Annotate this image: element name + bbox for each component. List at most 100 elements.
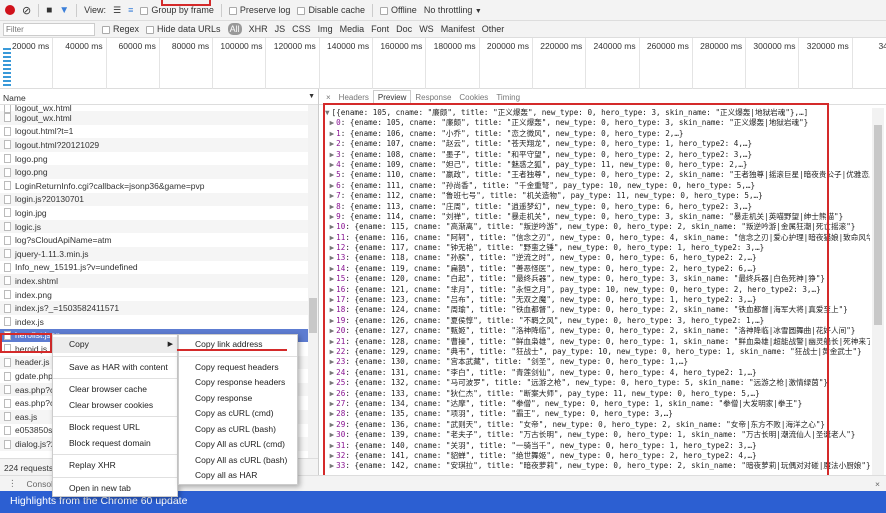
file-icon	[4, 235, 11, 245]
request-list-scrollbar[interactable]	[308, 105, 318, 460]
menu-item-clear-cookies[interactable]: Clear browser cookies	[53, 398, 177, 414]
type-filter-css[interactable]: CSS	[292, 24, 311, 34]
menu-item-copy-response-headers[interactable]: Copy response headers	[179, 375, 297, 391]
close-drawer-icon[interactable]: ×	[875, 479, 880, 489]
type-filter-js[interactable]: JS	[275, 24, 286, 34]
request-name: e053850s9	[15, 425, 58, 436]
request-row[interactable]: log?sCloudApiName=atm	[0, 233, 308, 247]
name-column-header[interactable]: Name ▼	[0, 89, 318, 105]
request-row[interactable]: logic.js	[0, 219, 308, 234]
timeline-tick: 140000 ms	[320, 38, 374, 89]
network-toolbar: ⊘ ■ ▼ View: ☰ ≡ Group by frame Preserve …	[0, 0, 886, 21]
menu-separator	[179, 355, 297, 357]
menu-item-copy[interactable]: Copy ▶	[53, 337, 177, 353]
camera-icon[interactable]: ■	[46, 5, 52, 16]
annotation-underline	[177, 349, 287, 351]
request-row[interactable]: index.png	[0, 288, 308, 302]
preview-scroll-thumb[interactable]	[874, 125, 882, 325]
menu-item-copy-all-curl-bash[interactable]: Copy All as cURL (bash)	[179, 453, 297, 469]
type-filter-xhr[interactable]: XHR	[249, 24, 268, 34]
type-filter-other[interactable]: Other	[482, 24, 505, 34]
menu-item-save-har[interactable]: Save as HAR with content	[53, 360, 177, 376]
large-rows-icon[interactable]: ☰	[113, 5, 121, 16]
request-name: logout.html?20121029	[15, 139, 100, 150]
regex-label: Regex	[113, 24, 140, 34]
type-filter-font[interactable]: Font	[371, 24, 389, 34]
request-row[interactable]: LoginReturnInfo.cgi?callback=jsonp36&gam…	[0, 179, 308, 193]
request-name: log?sCloudApiName=atm	[15, 235, 112, 246]
menu-item-open-new-tab[interactable]: Open in new tab	[53, 481, 177, 497]
menu-item-copy-all-curl-cmd[interactable]: Copy All as cURL (cmd)	[179, 437, 297, 453]
type-filter-media[interactable]: Media	[340, 24, 365, 34]
divider	[371, 3, 373, 17]
menu-item-copy-all-har[interactable]: Copy all as HAR	[179, 468, 297, 484]
file-icon	[4, 126, 11, 136]
menu-item-copy-response[interactable]: Copy response	[179, 391, 297, 407]
request-row[interactable]: index.shtml	[0, 274, 308, 288]
file-icon	[4, 105, 11, 113]
type-filter-manifest[interactable]: Manifest	[441, 24, 475, 34]
request-row[interactable]: logout.html?20121029	[0, 138, 308, 152]
request-row[interactable]: logo.png	[0, 165, 308, 179]
disable-cache-checkbox[interactable]: Disable cache	[297, 5, 365, 15]
request-row[interactable]: logo.png	[0, 152, 308, 166]
menu-item-copy-curl-bash[interactable]: Copy as cURL (bash)	[179, 422, 297, 438]
menu-item-block-url[interactable]: Block request URL	[53, 420, 177, 436]
timeline-tick: 40000 ms	[53, 38, 107, 89]
preserve-log-checkbox[interactable]: Preserve log	[228, 5, 290, 15]
menu-item-replay-xhr[interactable]: Replay XHR	[53, 458, 177, 474]
file-icon	[4, 249, 11, 259]
type-filter-doc[interactable]: Doc	[396, 24, 412, 34]
timeline-tick: 300000 ms	[746, 38, 800, 89]
file-icon	[4, 262, 11, 272]
pane-divider[interactable]	[318, 89, 319, 475]
file-icon	[4, 276, 11, 286]
throttling-select[interactable]: No throttling ▼	[424, 5, 482, 15]
request-name: logic.js	[15, 221, 41, 232]
regex-checkbox[interactable]: Regex	[102, 24, 139, 34]
menu-item-block-domain[interactable]: Block request domain	[53, 436, 177, 452]
more-icon[interactable]: ⋮	[8, 478, 17, 489]
type-filter-ws[interactable]: WS	[419, 24, 434, 34]
request-row[interactable]: login.jpg	[0, 206, 308, 220]
timeline-tick: 60000 ms	[107, 38, 160, 89]
request-name: login.js?20130701	[15, 194, 85, 205]
filter-input[interactable]	[3, 22, 95, 36]
waterfall-icon[interactable]: ≡	[128, 5, 133, 15]
chevron-down-icon: ▼	[474, 8, 482, 15]
request-row[interactable]: login.js?20130701	[0, 192, 308, 207]
request-row[interactable]: logout_wx.html	[0, 111, 308, 125]
type-filter-all[interactable]: All	[227, 23, 242, 35]
menu-item-copy-request-headers[interactable]: Copy request headers	[179, 360, 297, 376]
request-name: logout.html?t=1	[15, 126, 74, 137]
tab-preview[interactable]: Preview	[372, 90, 412, 104]
group-by-frame-checkbox[interactable]: Group by frame	[140, 5, 214, 15]
request-name: eas.js	[15, 411, 38, 422]
file-icon	[4, 357, 11, 367]
request-row[interactable]: index.js	[0, 315, 308, 329]
file-icon	[4, 317, 11, 327]
file-icon	[4, 303, 11, 313]
menu-item-copy-curl-cmd[interactable]: Copy as cURL (cmd)	[179, 406, 297, 422]
clear-icon[interactable]: ⊘	[22, 4, 31, 17]
file-icon	[4, 181, 11, 191]
hide-data-urls-label: Hide data URLs	[157, 24, 221, 34]
timeline-tick: 320000 ms	[800, 38, 853, 89]
menu-separator	[53, 476, 177, 478]
request-row[interactable]: jquery-1.11.3.min.js	[0, 246, 308, 261]
record-icon[interactable]	[5, 5, 15, 15]
request-name: index.js?_=1503582411571	[15, 303, 120, 314]
offline-checkbox[interactable]: Offline	[379, 5, 417, 15]
divider	[76, 3, 78, 17]
hide-data-urls-checkbox[interactable]: Hide data URLs	[146, 24, 221, 34]
timeline-tick: 34000	[853, 38, 886, 89]
filter-icon[interactable]: ▼	[59, 5, 69, 16]
request-name: logout_wx.html	[15, 105, 72, 113]
request-name: eas.php?cl	[15, 398, 57, 409]
request-row[interactable]: logout.html?t=1	[0, 125, 308, 139]
timeline-overview[interactable]: 20000 ms 40000 ms 60000 ms 80000 ms 100000 m…	[0, 38, 886, 89]
menu-item-clear-cache[interactable]: Clear browser cache	[53, 382, 177, 398]
type-filter-img[interactable]: Img	[318, 24, 333, 34]
request-row[interactable]: index.js?_=1503582411571	[0, 301, 308, 315]
request-row[interactable]: Info_new_15191.js?v=undefined	[0, 261, 308, 275]
